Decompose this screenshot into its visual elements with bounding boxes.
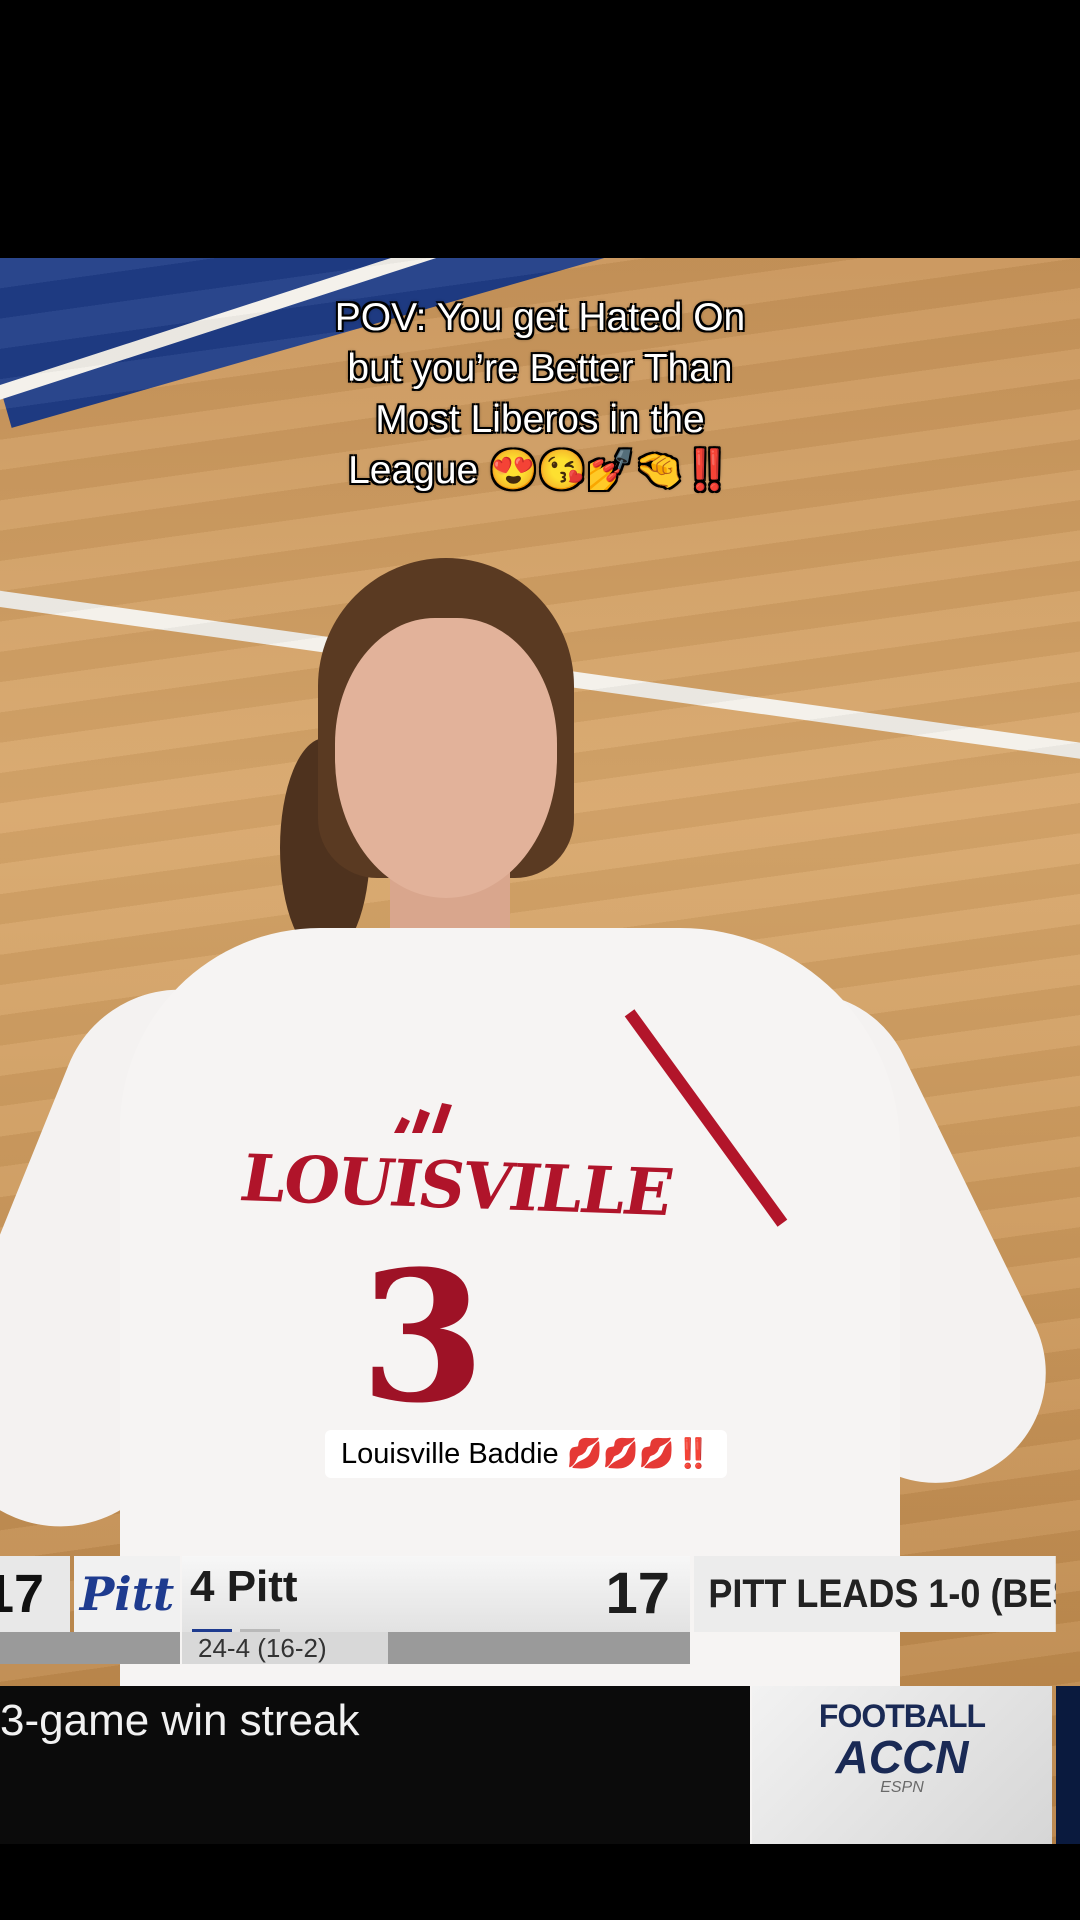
adidas-logo-icon xyxy=(394,1103,452,1133)
network-name: ACCN xyxy=(835,1731,969,1783)
series-ticker: PITT LEADS 1-0 (BEST OF xyxy=(694,1556,1056,1632)
caption-line: but you’re Better Than xyxy=(347,347,733,390)
caption-line: Most Liberos in the xyxy=(375,398,705,441)
jersey-number: 3 xyxy=(360,1232,486,1443)
team-record: 24-4 (16-2) xyxy=(182,1632,388,1664)
network-logo: FOOTBALL ACCN ESPN xyxy=(752,1686,1052,1844)
lower-info-band: 3-game win streak xyxy=(0,1686,750,1844)
record-bar: 24-4 (16-2) xyxy=(182,1632,690,1664)
caption-line: POV: You get Hated On xyxy=(334,296,746,339)
text-sticker: Louisville Baddie 💋💋💋‼️ xyxy=(325,1430,728,1478)
network-top-label: FOOTBALL xyxy=(818,1698,986,1734)
network-sub-label: ESPN xyxy=(880,1779,924,1796)
info-text: 3-game win streak xyxy=(0,1696,360,1745)
record-bar-left xyxy=(0,1632,180,1664)
team-name: 4 Pitt xyxy=(190,1562,298,1611)
sticker-text: Louisville Baddie 💋💋💋‼️ xyxy=(341,1438,712,1470)
video-caption: POV: You get Hated On but you’re Better … xyxy=(240,292,840,496)
scorebug: 17 Pitt 4 Pitt 17 24-4 (16-2) PITT LEADS… xyxy=(0,1556,1080,1664)
team-score: 17 xyxy=(605,1561,670,1626)
opponent-score: 17 xyxy=(0,1556,70,1632)
edge-strip xyxy=(1056,1686,1080,1844)
team-logo: Pitt xyxy=(74,1556,180,1632)
jersey-wordmark: LOUISVILLE xyxy=(234,1141,677,1232)
caption-line: League 😍😘💅🤏‼️ xyxy=(348,449,732,492)
player-face xyxy=(335,618,557,898)
team-panel: 4 Pitt 17 xyxy=(182,1556,690,1635)
